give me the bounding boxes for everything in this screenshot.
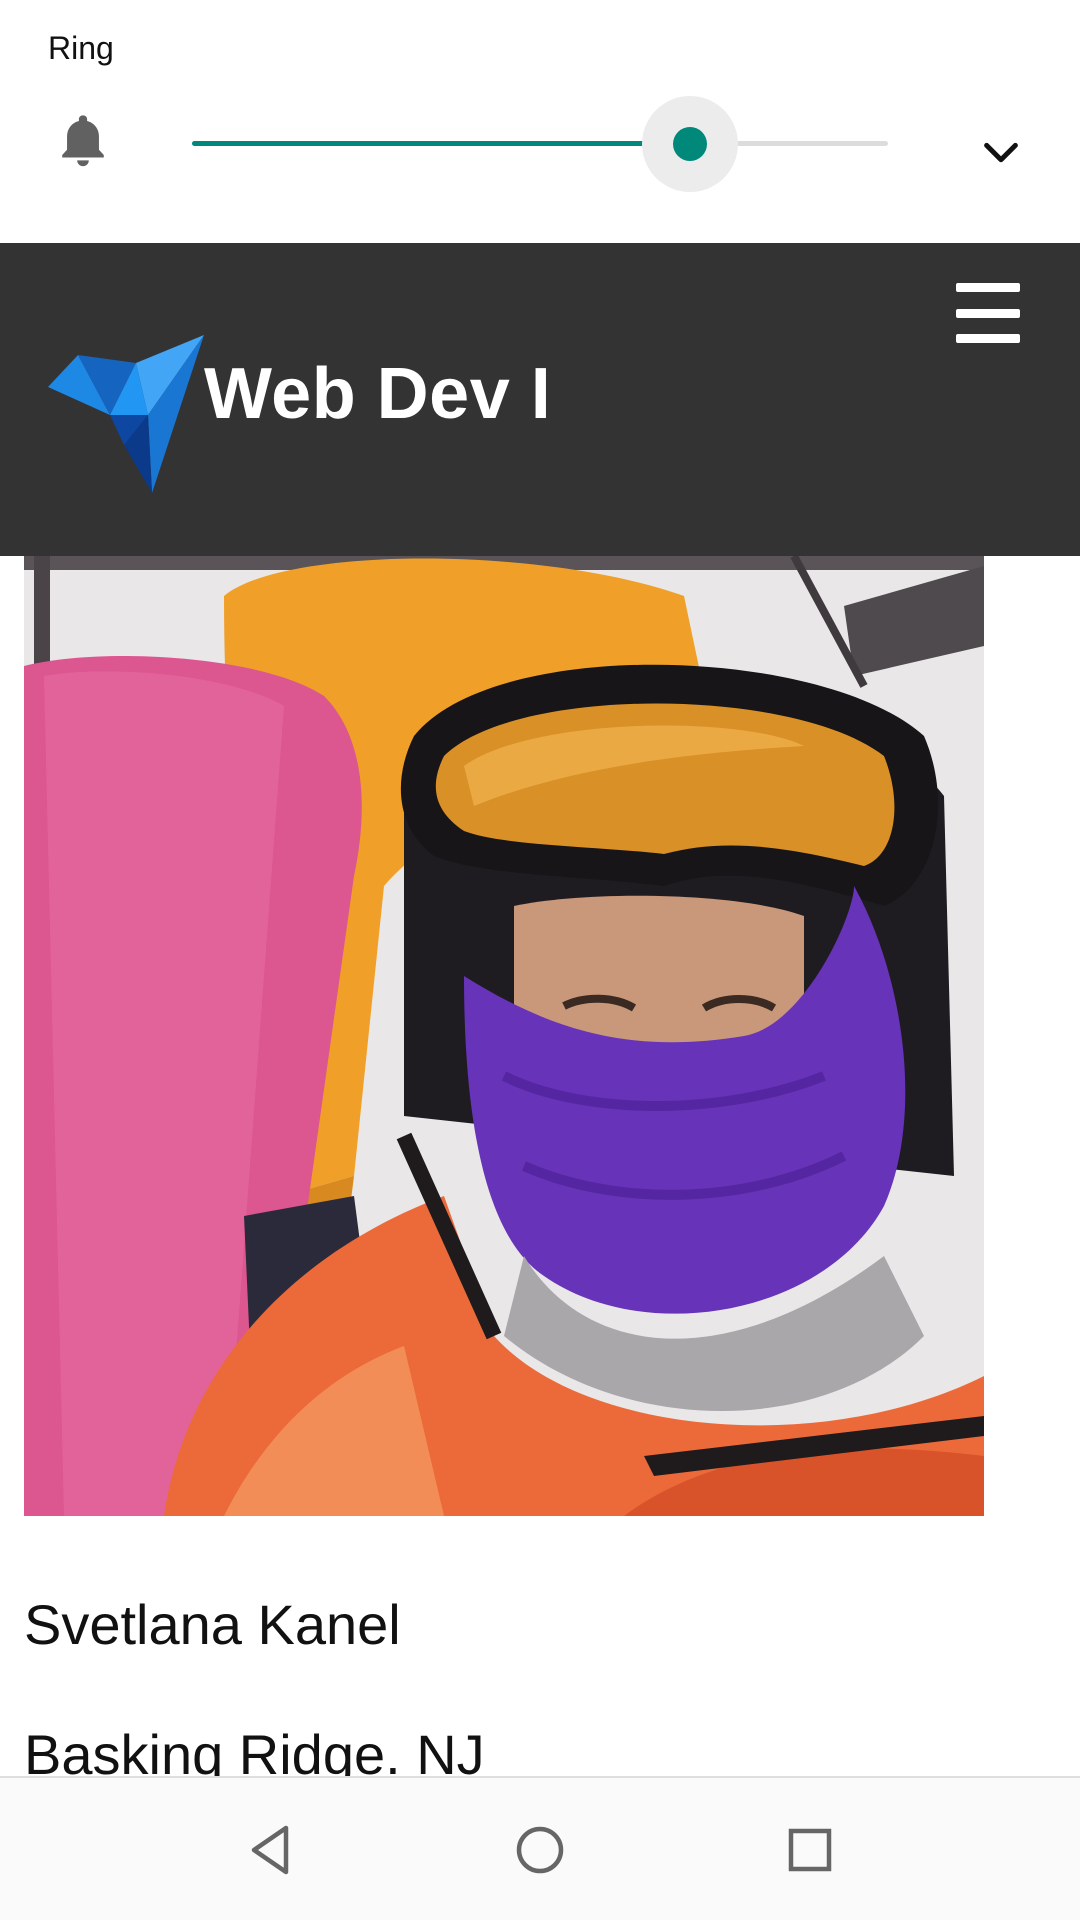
site-header: Web Dev I	[0, 243, 1080, 556]
profile-photo-image	[24, 556, 984, 1516]
chevron-down-icon[interactable]	[978, 130, 1024, 176]
bird-logo-icon[interactable]	[48, 335, 204, 493]
bell-icon[interactable]	[54, 110, 112, 174]
slider-thumb[interactable]	[673, 127, 707, 161]
recents-square-icon[interactable]	[778, 1818, 842, 1882]
home-circle-icon[interactable]	[508, 1818, 572, 1882]
profile-name: Svetlana Kanel	[24, 1593, 401, 1656]
slider-fill	[192, 141, 690, 146]
volume-stream-label: Ring	[48, 30, 114, 66]
profile-photo	[24, 556, 984, 1516]
back-triangle-icon[interactable]	[238, 1818, 302, 1882]
hamburger-menu-icon[interactable]	[956, 283, 1020, 343]
volume-slider[interactable]	[192, 96, 888, 192]
site-title[interactable]: Web Dev I	[204, 353, 551, 435]
system-navigation-bar	[0, 1776, 1080, 1920]
volume-panel: Ring	[0, 0, 1080, 243]
